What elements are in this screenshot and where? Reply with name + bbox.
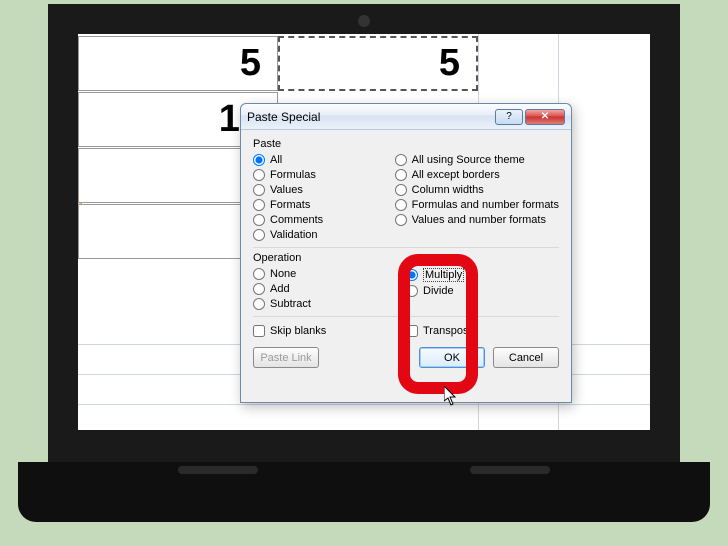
radio-all[interactable]: All bbox=[253, 154, 395, 166]
paste-special-dialog: Paste Special ? ✕ Paste All Formulas Val… bbox=[240, 103, 572, 403]
laptop-frame: 5 5 10 6 7 Paste Special ? ✕ Paste bbox=[48, 0, 680, 546]
radio-add[interactable]: Add bbox=[253, 283, 406, 295]
radio-comments[interactable]: Comments bbox=[253, 214, 395, 226]
radio-none[interactable]: None bbox=[253, 268, 406, 280]
radio-formats[interactable]: Formats bbox=[253, 199, 395, 211]
radio-values[interactable]: Values bbox=[253, 184, 395, 196]
operation-group: Operation None Add Subtract Multiply Div… bbox=[253, 252, 559, 317]
radio-multiply[interactable]: Multiply bbox=[406, 268, 559, 282]
radio-divide[interactable]: Divide bbox=[406, 285, 559, 297]
help-button[interactable]: ? bbox=[495, 109, 523, 125]
webcam-icon bbox=[358, 15, 370, 27]
group-label: Paste bbox=[253, 138, 559, 150]
checkbox-skip-blanks[interactable]: Skip blanks bbox=[253, 325, 406, 337]
screen: 5 5 10 6 7 Paste Special ? ✕ Paste bbox=[78, 34, 650, 430]
radio-except-borders[interactable]: All except borders bbox=[395, 169, 559, 181]
cancel-button[interactable]: Cancel bbox=[493, 347, 559, 368]
radio-formulas[interactable]: Formulas bbox=[253, 169, 395, 181]
radio-formulas-numfmt[interactable]: Formulas and number formats bbox=[395, 199, 559, 211]
radio-column-widths[interactable]: Column widths bbox=[395, 184, 559, 196]
group-label: Operation bbox=[253, 252, 559, 264]
checkbox-transpose[interactable]: Transpose bbox=[406, 325, 559, 337]
cell-a1[interactable]: 5 bbox=[78, 36, 278, 91]
radio-subtract[interactable]: Subtract bbox=[253, 298, 406, 310]
dialog-body: Paste All Formulas Values Formats Commen… bbox=[241, 130, 571, 376]
radio-validation[interactable]: Validation bbox=[253, 229, 395, 241]
paste-link-button: Paste Link bbox=[253, 347, 319, 368]
close-icon: ✕ bbox=[541, 111, 549, 122]
radio-source-theme[interactable]: All using Source theme bbox=[395, 154, 559, 166]
dialog-title: Paste Special bbox=[247, 110, 493, 124]
ok-button[interactable]: OK bbox=[419, 347, 485, 368]
cell-b1-copied[interactable]: 5 bbox=[278, 36, 478, 91]
titlebar[interactable]: Paste Special ? ✕ bbox=[241, 104, 571, 130]
radio-values-numfmt[interactable]: Values and number formats bbox=[395, 214, 559, 226]
paste-group: Paste All Formulas Values Formats Commen… bbox=[253, 138, 559, 248]
close-button[interactable]: ✕ bbox=[525, 109, 565, 125]
question-icon: ? bbox=[506, 111, 512, 122]
